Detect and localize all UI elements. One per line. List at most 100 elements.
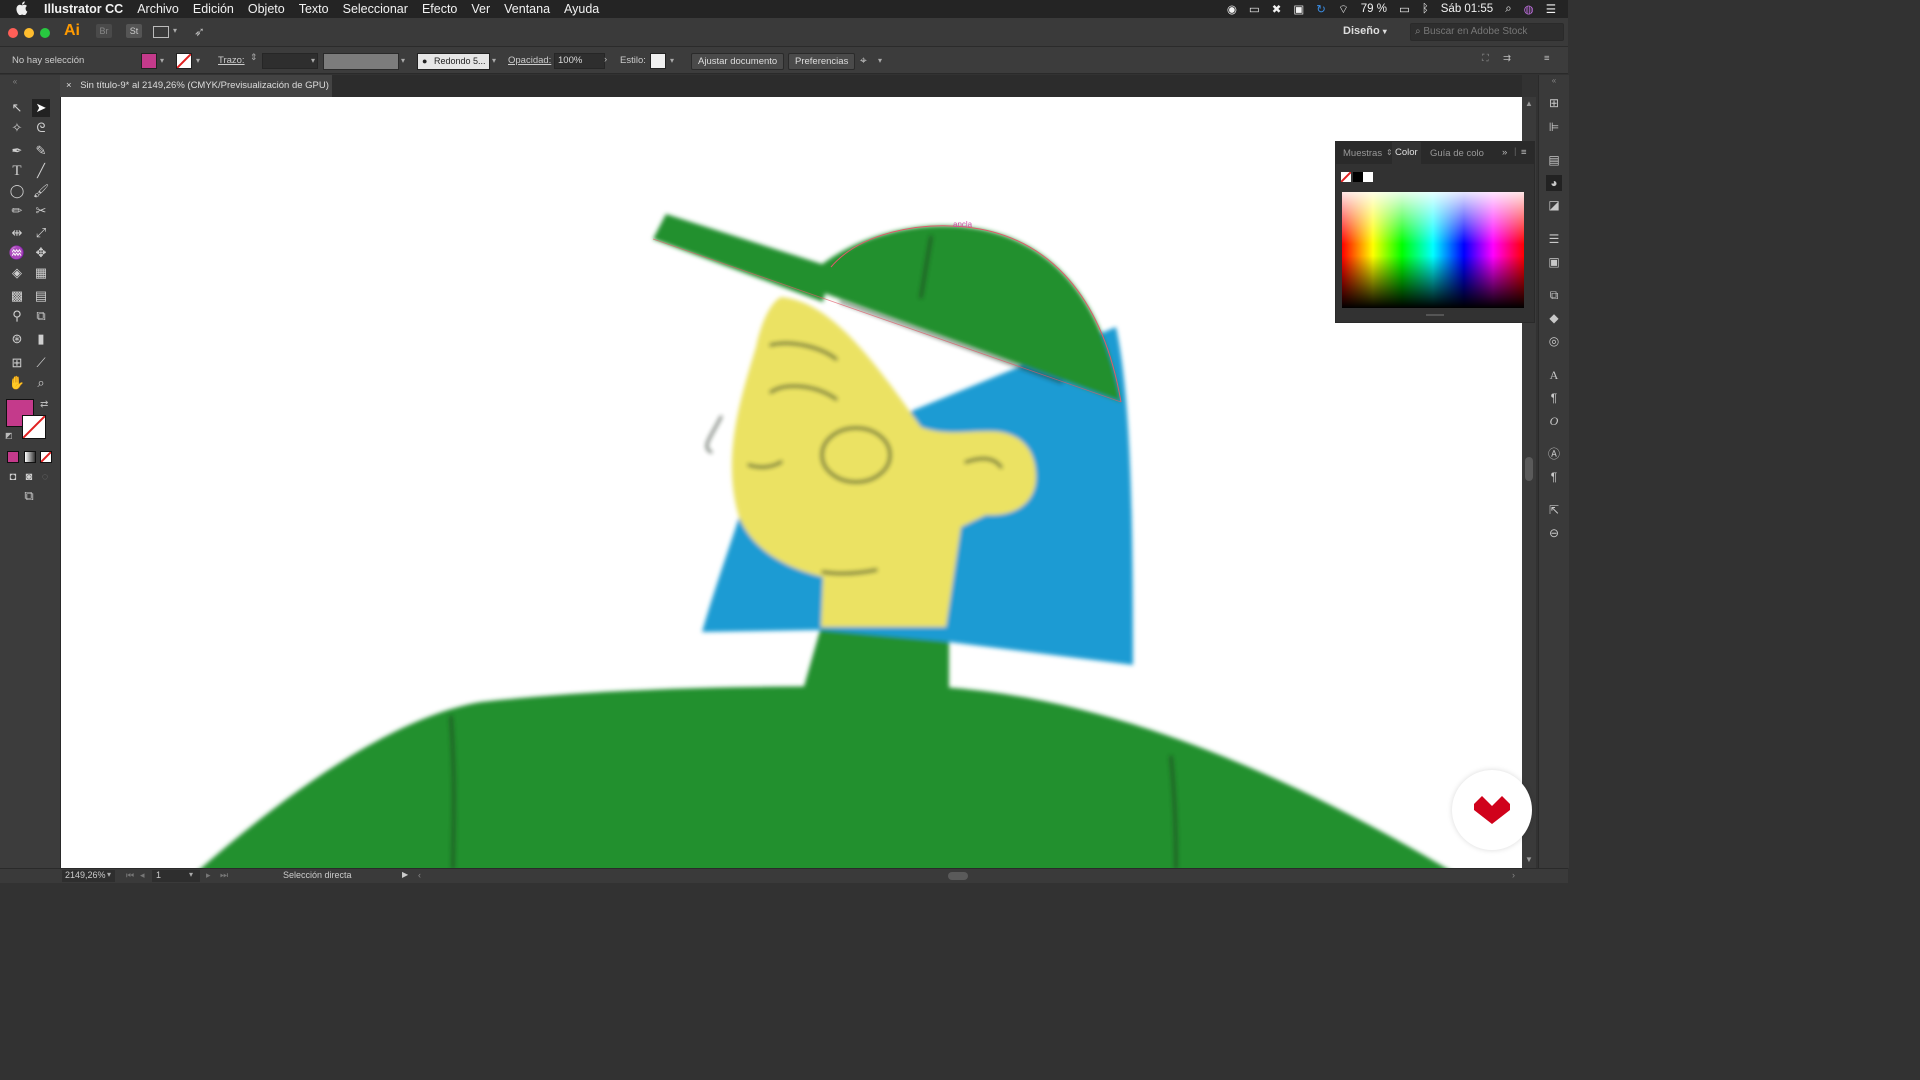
chevron-down-icon[interactable]: ▾ [173, 26, 177, 35]
wifi-icon[interactable]: ⌔ [1338, 2, 1349, 17]
siri-icon[interactable]: ◍ [1524, 2, 1534, 16]
artboard-canvas[interactable]: ancla [61, 97, 1522, 868]
notification-center-icon[interactable]: ☰ [1546, 2, 1556, 16]
bridge-button[interactable]: Br [96, 24, 112, 38]
menu-app-name[interactable]: Illustrator CC [44, 2, 123, 16]
panel-resize-grip[interactable] [1426, 314, 1444, 316]
slice-tool-icon[interactable]: ⟋ [32, 354, 50, 372]
menu-seleccionar[interactable]: Seleccionar [343, 2, 408, 16]
gradient-tool-icon[interactable]: ▤ [32, 287, 50, 305]
zoom-window-button[interactable] [40, 28, 50, 38]
stroke-weight-stepper[interactable]: ⇕ [250, 52, 258, 63]
zoom-chevron-icon[interactable]: ▾ [107, 870, 111, 879]
scroll-right-icon[interactable]: › [1512, 870, 1515, 880]
spotlight-icon[interactable]: ⌕ [1505, 3, 1511, 16]
draw-inside-icon[interactable]: ◌ [36, 468, 54, 486]
preferences-button[interactable]: Preferencias [788, 53, 856, 70]
pencil-tool-icon[interactable]: ✏ [8, 202, 26, 220]
panel-menu-icon[interactable]: ≡ [1521, 147, 1527, 158]
artboard-tool-icon[interactable]: ⊞ [8, 354, 26, 372]
scroll-left-icon[interactable]: ‹ [418, 870, 421, 880]
stroke-dropdown-chevron-icon[interactable]: ▾ [196, 56, 200, 65]
transparency-panel-icon[interactable]: ⧉ [1546, 287, 1562, 303]
screen-mode-icon[interactable]: ⧉ [20, 487, 38, 505]
brush-chevron-icon[interactable]: ▾ [492, 56, 496, 65]
stock-button[interactable]: St [126, 24, 142, 38]
battery-icon[interactable]: ▭ [1399, 2, 1410, 16]
opacity-arrow-icon[interactable]: › [604, 54, 607, 65]
prev-artboard-icon[interactable]: ◂ [140, 870, 145, 881]
reflect-tool-icon[interactable]: ⇹ [8, 224, 26, 242]
stroke-weight-field[interactable]: ▾ [262, 53, 318, 69]
expand-dock-icon[interactable]: « [1546, 73, 1562, 89]
status-menu-arrow-icon[interactable]: ▶ [402, 870, 408, 879]
gpu-performance-icon[interactable]: ➶ [194, 24, 205, 40]
sync-icon[interactable]: ↻ [1316, 2, 1326, 16]
scissors-tool-icon[interactable]: ✂ [32, 202, 50, 220]
character-styles-icon[interactable]: Ⓐ [1546, 446, 1562, 462]
pen-tool-icon[interactable]: ✒ [8, 142, 26, 160]
artboard-chevron-icon[interactable]: ▾ [189, 870, 193, 879]
default-colors-icon[interactable]: ◩ [5, 431, 13, 440]
puppet-warp-tool-icon[interactable]: ✥ [32, 244, 50, 262]
gradient-mode-button[interactable] [24, 451, 36, 463]
cast-icon[interactable]: ▣ [1293, 2, 1304, 16]
close-tab-icon[interactable]: × [66, 80, 72, 91]
document-tab[interactable]: × Sin título-9* al 2149,26% (CMYK/Previs… [60, 75, 332, 97]
layers-panel-icon[interactable]: ◆ [1546, 310, 1562, 326]
stroke-color-box[interactable] [22, 415, 46, 439]
align-chevron-icon[interactable]: ▾ [878, 56, 882, 65]
menu-ventana[interactable]: Ventana [504, 2, 550, 16]
libraries-panel-icon[interactable]: ▤ [1546, 152, 1562, 168]
graphic-style-swatch[interactable] [650, 53, 666, 69]
links-panel-icon[interactable]: ⊖ [1546, 525, 1562, 541]
menu-efecto[interactable]: Efecto [422, 2, 457, 16]
menu-texto[interactable]: Texto [299, 2, 329, 16]
swap-colors-icon[interactable]: ⇄ [40, 399, 48, 410]
gradient-panel-icon[interactable]: ▣ [1546, 254, 1562, 270]
tab-color[interactable]: Color [1392, 142, 1421, 164]
scroll-down-icon[interactable]: ▼ [1525, 855, 1533, 864]
paragraph-styles-icon[interactable]: ¶ [1546, 469, 1562, 485]
stroke-label[interactable]: Trazo: [218, 55, 245, 66]
last-artboard-icon[interactable]: ⏭ [220, 870, 228, 881]
paintbrush-tool-icon[interactable]: 🖌 [32, 182, 50, 200]
tab-guia-de-color[interactable]: Guía de colo [1430, 148, 1484, 159]
character-panel-icon[interactable]: A [1546, 367, 1562, 383]
fill-swatch[interactable] [141, 53, 157, 69]
color-guide-panel-icon[interactable]: ◪ [1546, 197, 1562, 213]
control-menu-icon[interactable]: ≡ [1544, 53, 1550, 64]
display-icon[interactable]: ▭ [1249, 2, 1260, 16]
fit-document-button[interactable]: Ajustar documento [691, 53, 785, 70]
next-artboard-icon[interactable]: ▸ [206, 870, 211, 881]
paragraph-panel-icon[interactable]: ¶ [1546, 390, 1562, 406]
color-spectrum-picker[interactable] [1342, 192, 1524, 308]
line-tool-icon[interactable]: ╱ [32, 162, 50, 180]
white-swatch[interactable] [1363, 172, 1373, 182]
menu-archivo[interactable]: Archivo [137, 2, 179, 16]
perspective-grid-tool-icon[interactable]: ▦ [32, 264, 50, 282]
tools-icon[interactable]: ✖ [1272, 2, 1282, 16]
opacity-field[interactable]: 100% [554, 53, 605, 69]
appearance-panel-icon[interactable]: ◎ [1546, 333, 1562, 349]
apple-icon[interactable] [16, 0, 32, 18]
stock-search-input[interactable]: ⌕ Buscar en Adobe Stock [1410, 23, 1564, 41]
symbol-sprayer-tool-icon[interactable]: ⊛ [8, 330, 26, 348]
arrange-documents-icon[interactable] [153, 26, 169, 38]
opentype-panel-icon[interactable]: O [1546, 413, 1562, 429]
scale-tool-icon[interactable]: ⤢ [32, 224, 50, 242]
workspace-switcher[interactable]: Diseño ▾ [1343, 25, 1387, 37]
blend-tool-icon[interactable]: ⧉ [32, 307, 50, 325]
direct-selection-tool-icon[interactable]: ➤ [32, 99, 50, 117]
battery-percent[interactable]: 79 % [1361, 3, 1387, 15]
zoom-tool-icon[interactable]: ⌕ [32, 374, 50, 392]
vertical-scroll-thumb[interactable] [1525, 457, 1533, 481]
close-window-button[interactable] [8, 28, 18, 38]
none-swatch[interactable] [1340, 171, 1352, 183]
menu-edicion[interactable]: Edición [193, 2, 234, 16]
profile-chevron-icon[interactable]: ▾ [401, 56, 405, 65]
collapse-toolbar-icon[interactable]: « [6, 73, 24, 91]
eyedropper-tool-icon[interactable]: ⚲ [8, 307, 26, 325]
stroke-panel-icon[interactable]: ☰ [1546, 231, 1562, 247]
menu-ver[interactable]: Ver [471, 2, 490, 16]
